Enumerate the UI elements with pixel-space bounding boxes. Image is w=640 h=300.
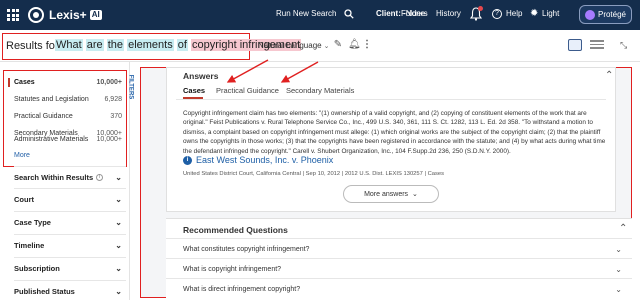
answer-text: Copyright infringement claim has two ele… [183, 110, 606, 155]
query-word: are [85, 39, 104, 51]
category-label: Cases [14, 79, 35, 86]
recommended-question[interactable]: What is direct infringement copyright? ⌄ [166, 278, 632, 300]
filters-label: FILTERS [127, 74, 134, 100]
results-for-label: Results for: [6, 40, 62, 52]
run-new-search-link[interactable]: Run New Search [276, 9, 336, 18]
folders-link[interactable]: Folders [401, 9, 428, 18]
help-icon[interactable]: ? [492, 9, 502, 19]
edit-pencil-icon[interactable]: ✎ [333, 39, 343, 51]
chevron-down-icon: ⌄ [115, 173, 122, 182]
tab-cases[interactable]: Cases [183, 86, 205, 95]
more-answers-label: More answers [364, 190, 409, 198]
category-label: Administrative Materials [14, 136, 89, 143]
category-administrative[interactable]: Administrative Materials 10,000+ [14, 136, 122, 143]
chevron-down-icon: ⌄ [412, 191, 418, 198]
info-icon: i [183, 156, 192, 165]
collapse-icon[interactable]: ⌃ [605, 70, 613, 81]
grid-view-icon[interactable] [568, 39, 582, 51]
category-statutes[interactable]: Statutes and Legislation 6,928 [14, 96, 122, 103]
filter-label: Timeline [14, 241, 45, 250]
filter-search-within-results[interactable]: Search Within Results i ⌄ [14, 166, 126, 188]
split-view-icon[interactable]: ⤡ [620, 40, 627, 51]
top-navigation-bar: Lexis+ AI Run New Search Client: -None- … [0, 0, 640, 30]
more-answers-button[interactable]: More answers ⌄ [343, 185, 439, 203]
category-count: 10,000+ [96, 79, 123, 86]
query-word: What [55, 39, 83, 51]
tab-practical-guidance[interactable]: Practical Guidance [216, 86, 279, 95]
chevron-down-icon: ⌄ [615, 285, 622, 294]
case-metadata: United States District Court, California… [183, 171, 444, 177]
category-count: 10,000+ [96, 136, 123, 143]
filter-label: Subscription [14, 264, 60, 273]
category-label: Practical Guidance [14, 113, 73, 120]
question-text: What constitutes copyright infringement? [183, 246, 310, 253]
question-text: What is direct infringement copyright? [183, 286, 301, 293]
chevron-down-icon: ⌄ [115, 195, 122, 204]
category-label: Statutes and Legislation [14, 96, 89, 103]
theme-light-toggle[interactable]: Light [542, 9, 559, 18]
lexis-logo[interactable]: Lexis+ AI [28, 6, 102, 24]
case-title-link[interactable]: East West Sounds, Inc. v. Phoenix [196, 155, 333, 165]
filter-court[interactable]: Court ⌄ [14, 188, 126, 210]
ai-badge: AI [89, 10, 102, 20]
brand-name: Lexis+ [49, 8, 87, 22]
answers-title: Answers [183, 71, 219, 81]
filter-label: Court [14, 195, 34, 204]
query-word: elements [127, 39, 174, 51]
filter-timeline[interactable]: Timeline ⌄ [14, 234, 126, 256]
notification-dot [478, 6, 483, 11]
chevron-down-icon: ⌄ [115, 287, 122, 296]
chevron-down-icon: ⌄ [115, 218, 122, 227]
filter-label: Search Within Results [14, 173, 94, 182]
tab-secondary-materials[interactable]: Secondary Materials [286, 86, 354, 95]
filter-subscription[interactable]: Subscription ⌄ [14, 257, 126, 279]
question-text: What is copyright infringement? [183, 266, 282, 273]
filter-published-status[interactable]: Published Status ⌄ [14, 280, 126, 300]
query-word: of [176, 39, 188, 51]
lexis-logo-mark-icon [28, 7, 44, 23]
more-categories-link[interactable]: More [14, 152, 30, 159]
tabs-divider [176, 99, 606, 100]
chevron-down-icon: ⌄ [323, 43, 330, 50]
category-count: 6,928 [104, 96, 122, 103]
filter-label: Case Type [14, 218, 51, 227]
category-practical-guidance[interactable]: Practical Guidance 370 [14, 113, 122, 120]
app-grid-icon[interactable] [7, 9, 19, 21]
filter-label: Published Status [14, 287, 75, 296]
client-label: Client: [376, 9, 401, 18]
recommended-question[interactable]: What is copyright infringement? ⌄ [166, 258, 632, 280]
query-word: the [106, 39, 125, 51]
recommended-question[interactable]: What constitutes copyright infringement?… [166, 238, 632, 260]
history-link[interactable]: History [436, 9, 461, 18]
search-mode-dropdown[interactable]: Natural Language ⌄ [258, 41, 329, 50]
more-options-icon[interactable]: ⋮ [362, 39, 372, 51]
category-count: 370 [110, 113, 122, 120]
protege-button[interactable]: Protégé [579, 5, 632, 24]
collapse-icon[interactable]: ⌃ [619, 223, 627, 234]
chevron-down-icon: ⌄ [115, 241, 122, 250]
chevron-down-icon: ⌄ [615, 265, 622, 274]
results-header: Results for: What are the elements of co… [0, 30, 640, 62]
chevron-down-icon: ⌄ [615, 245, 622, 254]
recommended-questions-title: Recommended Questions [183, 225, 288, 235]
list-view-icon[interactable] [590, 40, 604, 50]
category-cases[interactable]: Cases 10,000+ [8, 78, 123, 87]
help-link[interactable]: Help [506, 9, 522, 18]
protege-label: Protégé [597, 10, 627, 19]
sun-icon[interactable]: ✹ [530, 8, 538, 19]
alert-bell-icon[interactable]: 🔔︎ [348, 39, 361, 51]
search-mode-value: Natural Language [258, 41, 322, 50]
info-icon[interactable]: i [96, 174, 104, 181]
protege-icon [584, 9, 595, 20]
filter-case-type[interactable]: Case Type ⌄ [14, 211, 126, 233]
chevron-down-icon: ⌄ [115, 264, 122, 273]
search-icon[interactable] [344, 9, 354, 19]
